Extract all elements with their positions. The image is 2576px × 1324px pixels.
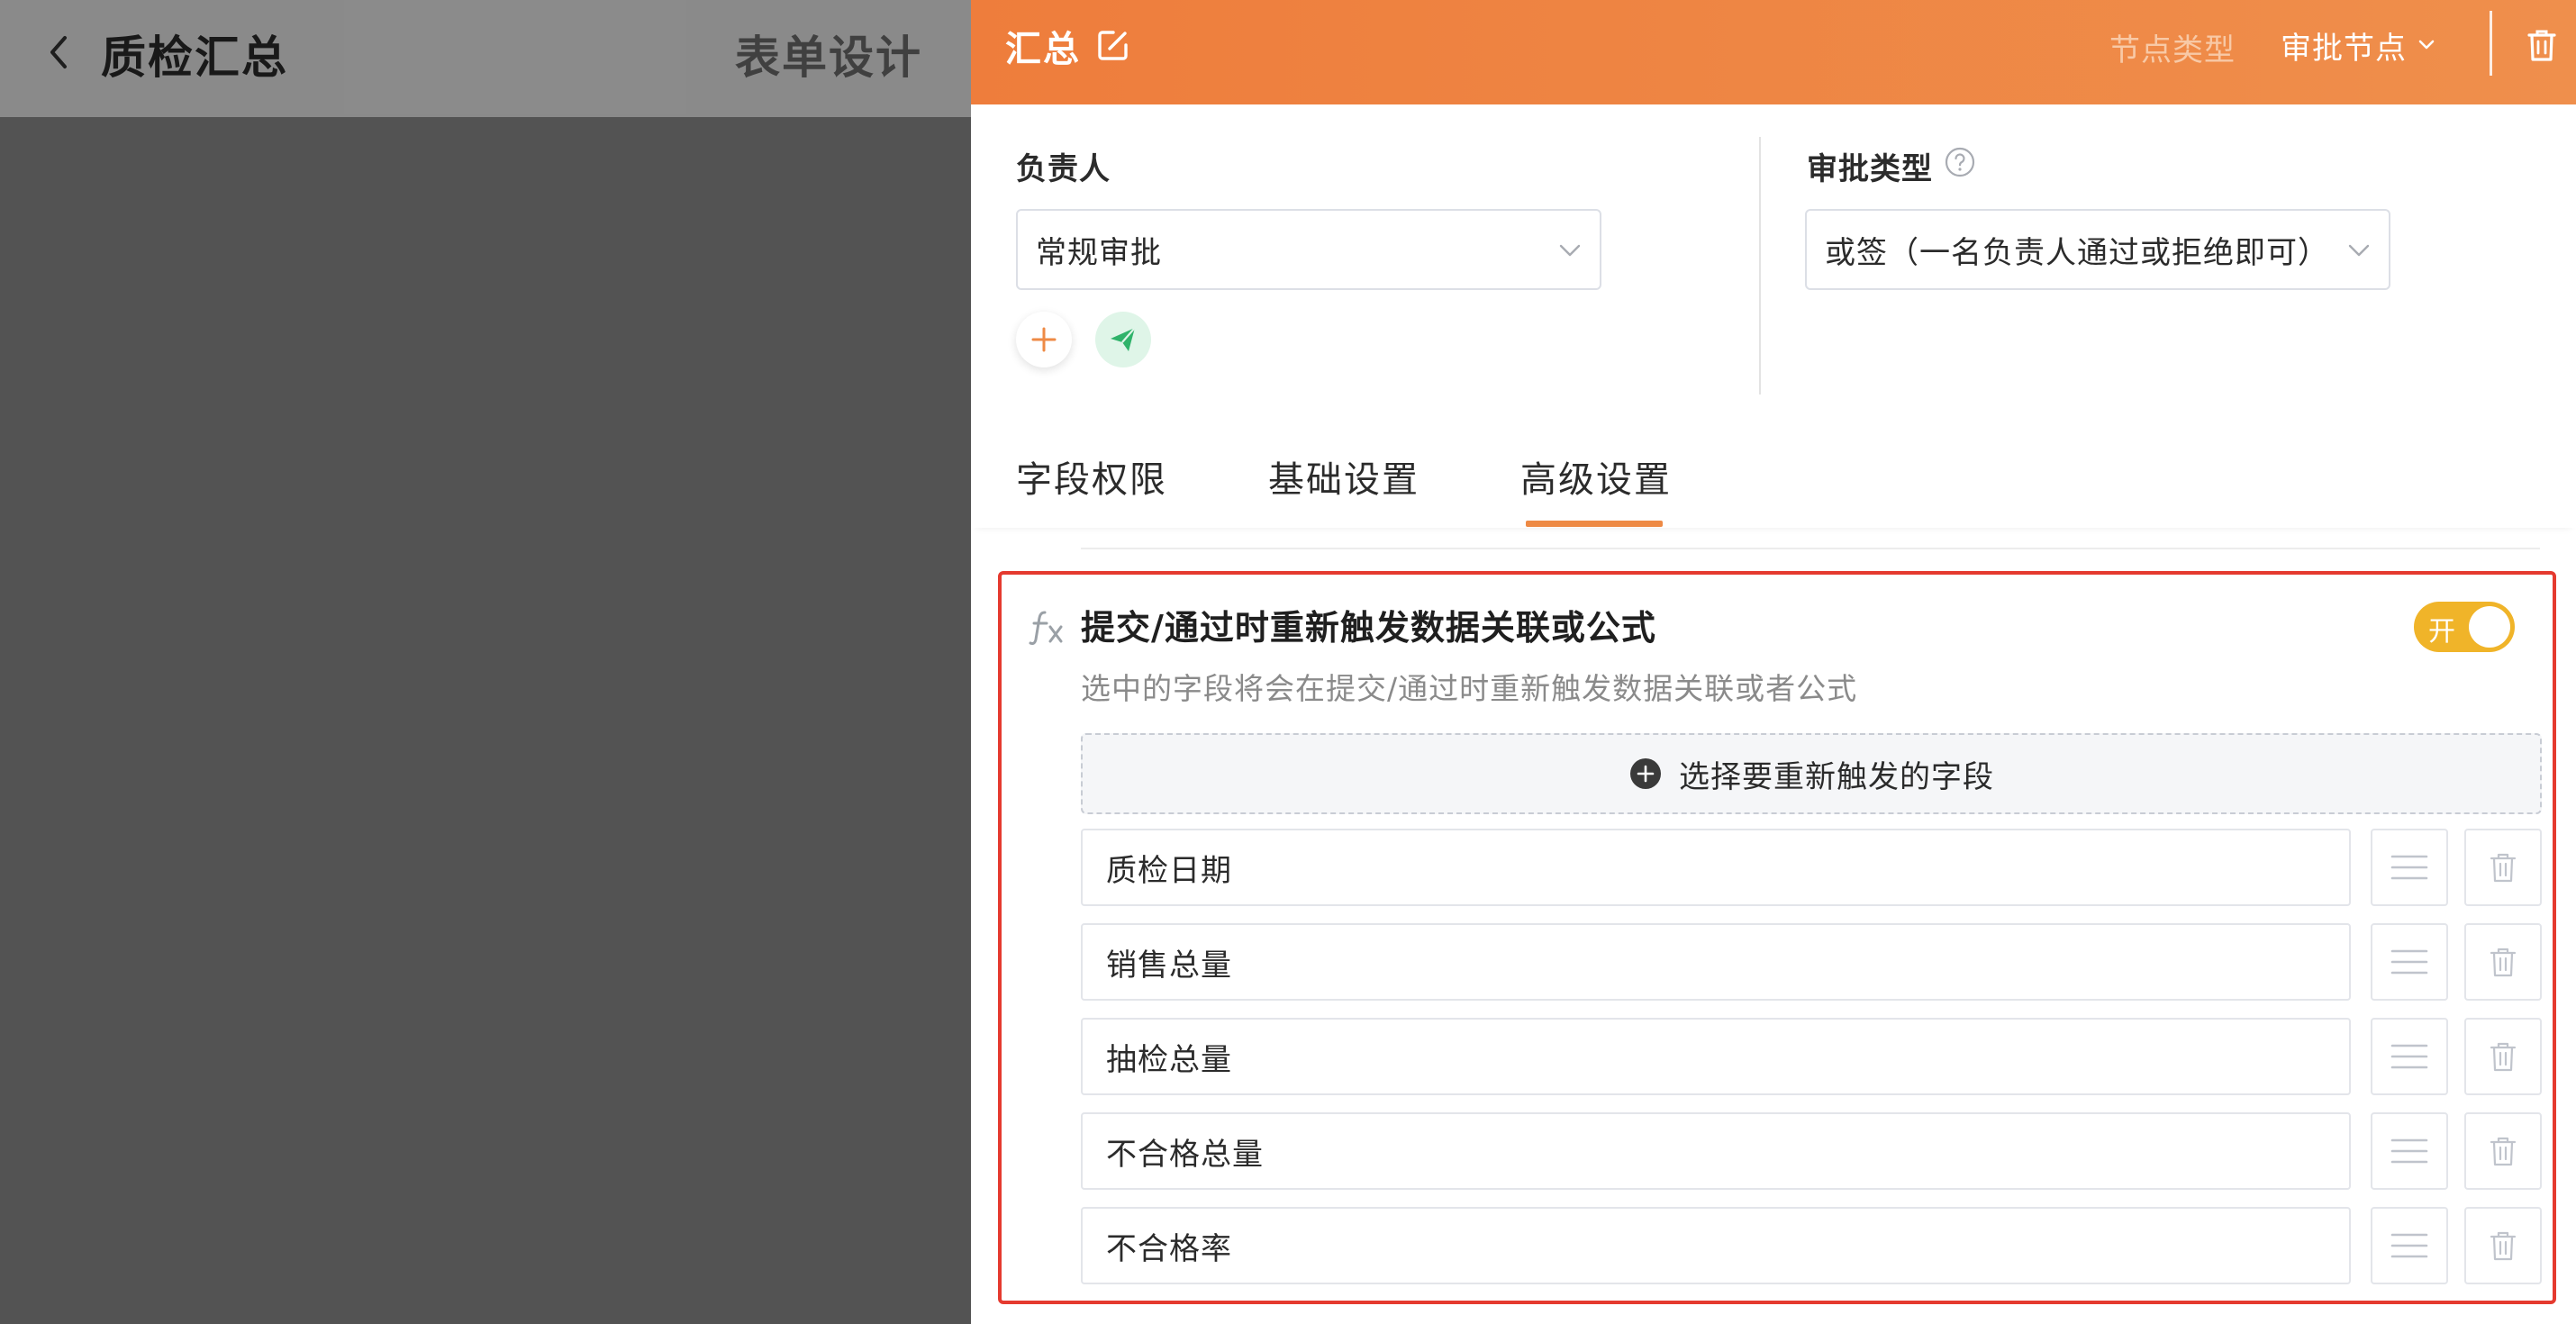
select-fields-button[interactable]: 选择要重新触发的字段 xyxy=(1081,733,2542,814)
field-name: 不合格率 xyxy=(1081,1207,2351,1284)
chevron-down-icon xyxy=(2418,40,2435,50)
drag-handle-icon xyxy=(2390,1233,2428,1258)
drag-handle[interactable] xyxy=(2371,829,2448,906)
delete-field-button[interactable] xyxy=(2464,923,2542,1001)
trash-icon xyxy=(2490,948,2517,977)
delete-field-button[interactable] xyxy=(2464,1018,2542,1095)
owner-select[interactable]: 常规审批 xyxy=(1016,209,1601,290)
field-row: 质检日期 xyxy=(1081,829,2542,906)
trash-icon xyxy=(2490,1231,2517,1261)
delete-field-button[interactable] xyxy=(2464,1207,2542,1284)
tab-field-permissions[interactable]: 字段权限 xyxy=(1016,450,1167,503)
delete-field-button[interactable] xyxy=(2464,829,2542,906)
retrigger-toggle[interactable]: 开 xyxy=(2414,602,2515,652)
owner-label: 负责人 xyxy=(1016,151,1111,187)
toggle-knob xyxy=(2469,606,2510,648)
header-divider xyxy=(2490,11,2492,76)
field-name: 不合格总量 xyxy=(1081,1112,2351,1190)
node-type-select[interactable]: 审批节点 xyxy=(2281,22,2435,68)
active-tab-indicator xyxy=(1526,521,1663,527)
retrigger-section: 提交/通过时重新触发数据关联或公式 开 选中的字段将会在提交/通过时重新触发数据… xyxy=(998,571,2556,1304)
section-description: 选中的字段将会在提交/通过时重新触发数据关联或者公式 xyxy=(1081,671,1858,706)
tab-basic-settings[interactable]: 基础设置 xyxy=(1268,450,1420,503)
drag-handle-icon xyxy=(2390,949,2428,975)
help-icon[interactable] xyxy=(1944,146,1976,178)
field-divider xyxy=(1759,137,1761,394)
owner-select-value: 常规审批 xyxy=(1036,234,1162,271)
modal-overlay[interactable] xyxy=(0,0,973,1324)
formula-icon xyxy=(1029,611,1063,645)
drag-handle-icon xyxy=(2390,855,2428,880)
settings-tabs: 字段权限 基础设置 高级设置 xyxy=(971,441,2576,528)
chevron-down-icon xyxy=(2348,244,2370,257)
field-name: 销售总量 xyxy=(1081,923,2351,1001)
field-row: 不合格率 xyxy=(1081,1207,2542,1284)
drawer-header: 汇总 节点类型 审批节点 xyxy=(971,0,2576,104)
approval-type-select[interactable]: 或签（一名负责人通过或拒绝即可） xyxy=(1805,209,2390,290)
send-button[interactable] xyxy=(1095,312,1151,367)
approval-type-value: 或签（一名负责人通过或拒绝即可） xyxy=(1825,234,2329,271)
trash-icon xyxy=(2490,1042,2517,1072)
section-divider xyxy=(1081,548,2540,549)
node-type-value: 审批节点 xyxy=(2281,30,2407,67)
add-owner-button[interactable] xyxy=(1016,312,1072,367)
toggle-label: 开 xyxy=(2428,616,2455,648)
select-fields-label: 选择要重新触发的字段 xyxy=(1679,758,1994,795)
drag-handle-icon xyxy=(2390,1044,2428,1069)
trash-icon xyxy=(2490,853,2517,883)
delete-field-button[interactable] xyxy=(2464,1112,2542,1190)
plus-circle-icon xyxy=(1630,758,1661,789)
drawer-title: 汇总 xyxy=(1005,29,1081,70)
field-row: 销售总量 xyxy=(1081,923,2542,1001)
field-name: 抽检总量 xyxy=(1081,1018,2351,1095)
approval-type-label: 审批类型 xyxy=(1807,151,1933,187)
trash-icon xyxy=(2490,1137,2517,1166)
drag-handle[interactable] xyxy=(2371,1018,2448,1095)
drag-handle[interactable] xyxy=(2371,1207,2448,1284)
edit-icon[interactable] xyxy=(1095,27,1131,63)
drag-handle[interactable] xyxy=(2371,1112,2448,1190)
chevron-down-icon xyxy=(1559,244,1581,257)
field-row: 抽检总量 xyxy=(1081,1018,2542,1095)
field-name: 质检日期 xyxy=(1081,829,2351,906)
plus-icon xyxy=(1031,327,1057,352)
node-type-label: 节点类型 xyxy=(2109,32,2236,68)
tab-advanced-settings[interactable]: 高级设置 xyxy=(1520,450,1672,503)
paper-plane-icon xyxy=(1111,327,1136,351)
delete-node-icon[interactable] xyxy=(2526,27,2558,63)
drag-handle[interactable] xyxy=(2371,923,2448,1001)
field-row: 不合格总量 xyxy=(1081,1112,2542,1190)
section-title: 提交/通过时重新触发数据关联或公式 xyxy=(1081,608,1656,648)
drag-handle-icon xyxy=(2390,1138,2428,1164)
node-settings-drawer: 汇总 节点类型 审批节点 负责人 常规审批 审批类型 或签（一名负责人通过或拒绝… xyxy=(971,0,2576,1324)
